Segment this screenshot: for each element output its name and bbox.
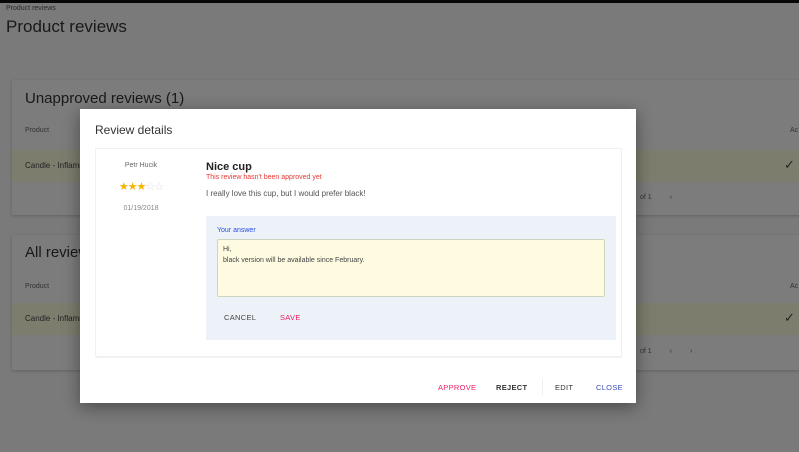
answer-section: Your answer CANCEL SAVE — [206, 216, 616, 340]
dialog-title: Review details — [95, 123, 173, 137]
review-author: Petr Hucik — [124, 162, 158, 169]
edit-button[interactable]: EDIT — [555, 383, 573, 392]
approve-button[interactable]: APPROVE — [438, 383, 476, 392]
review-status: This review hasn't been approved yet — [206, 174, 322, 181]
star-filled-icon: ★★★ — [118, 181, 147, 193]
cancel-button[interactable]: CANCEL — [224, 313, 256, 322]
divider — [95, 357, 622, 358]
reject-button[interactable]: REJECT — [496, 383, 527, 392]
review-details-dialog: Review details Petr Hucik ★★★☆☆ 01/19/20… — [80, 109, 636, 403]
answer-label: Your answer — [217, 227, 256, 234]
close-button[interactable]: CLOSE — [596, 383, 623, 392]
star-empty-icon: ☆☆ — [145, 181, 164, 193]
review-text: I really love this cup, but I would pref… — [206, 189, 366, 198]
answer-input[interactable] — [217, 239, 605, 297]
star-rating: ★★★☆☆ — [96, 180, 186, 193]
divider — [542, 379, 543, 395]
review-card: Petr Hucik ★★★☆☆ 01/19/2018 Nice cup Thi… — [95, 148, 622, 357]
save-button[interactable]: SAVE — [280, 313, 301, 322]
review-date: 01/19/2018 — [123, 205, 159, 212]
review-title: Nice cup — [206, 161, 252, 173]
